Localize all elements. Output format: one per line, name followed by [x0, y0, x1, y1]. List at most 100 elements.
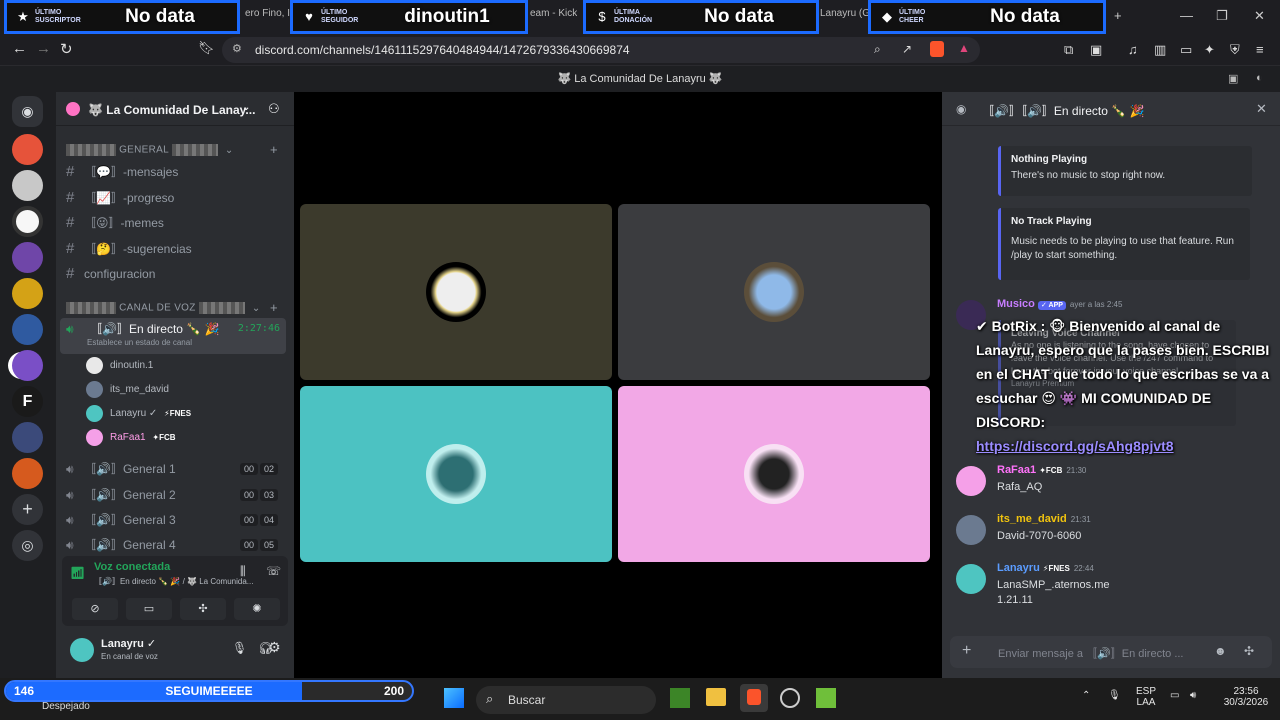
minimize-icon[interactable]: —: [1180, 8, 1193, 23]
voice-user[interactable]: Lanayru ✓ ⚡FNES: [86, 405, 191, 423]
settings-gear-icon[interactable]: ⚙: [268, 639, 281, 656]
app-icon[interactable]: [816, 688, 836, 708]
file-explorer-icon[interactable]: [706, 688, 726, 706]
camera-off-icon[interactable]: ⊘: [72, 598, 118, 620]
music-icon[interactable]: ♫: [1128, 42, 1138, 57]
server-icon[interactable]: F: [12, 386, 43, 417]
voice-channel-general-1[interactable]: 🔊︎ 〚🔊〛General 1 00 02: [66, 458, 286, 480]
voice-user[interactable]: dinoutin.1: [86, 357, 153, 375]
start-icon[interactable]: [444, 688, 464, 708]
site-settings-icon[interactable]: ⚙: [232, 42, 242, 55]
help-icon[interactable]: ◐: [1256, 72, 1263, 84]
channel-progreso[interactable]: # 〚📈〛-progreso: [66, 187, 286, 209]
category-voice[interactable]: CANAL DE VOZ ⌄: [66, 302, 261, 314]
invite-link[interactable]: https://discord.gg/sAhg8pjvt8: [976, 438, 1174, 454]
server-header[interactable]: 🐺 La Comunidad De Lanay... ⌄ ⚇: [56, 92, 294, 126]
bookmark-icon[interactable]: 🔖︎: [198, 40, 215, 56]
browser-tab[interactable]: eam - Kick: [530, 8, 577, 26]
avatar[interactable]: [956, 466, 986, 496]
share-icon[interactable]: ↗: [902, 42, 912, 56]
server-icon[interactable]: [12, 134, 43, 165]
category-general[interactable]: GENERAL ⌄: [66, 144, 234, 156]
voice-channel-general-3[interactable]: 🔊︎ 〚🔊〛General 3 00 04: [66, 509, 286, 531]
inbox-icon[interactable]: ▣: [1228, 72, 1238, 85]
add-channel-icon[interactable]: +: [270, 300, 278, 315]
volume-icon[interactable]: 🔊︎: [1190, 690, 1196, 701]
channel-configuracion[interactable]: # configuracion: [66, 263, 286, 285]
add-channel-icon[interactable]: +: [270, 142, 278, 157]
apps-icon[interactable]: ✣: [1244, 644, 1254, 658]
new-tab-icon[interactable]: +: [1114, 8, 1122, 23]
channel-sugerencias[interactable]: # 〚🤔〛-sugerencias: [66, 238, 286, 260]
discover-icon[interactable]: ◎: [12, 530, 43, 561]
browser-tab[interactable]: Lanayru (G: [820, 8, 870, 26]
participant-tile[interactable]: [618, 386, 930, 562]
server-icon[interactable]: [12, 278, 43, 309]
bot-embed: Nothing Playing There's no music to stop …: [998, 146, 1252, 196]
url-field[interactable]: ⚙ discord.com/channels/14611152976404849…: [222, 37, 980, 63]
attach-plus-icon[interactable]: +: [962, 642, 971, 660]
avatar[interactable]: [70, 638, 94, 662]
obs-icon[interactable]: [780, 688, 800, 708]
server-icon[interactable]: [12, 422, 43, 453]
mic-tray-icon[interactable]: 🎙︎: [1108, 690, 1121, 701]
activities-icon[interactable]: ✣: [180, 598, 226, 620]
server-icon[interactable]: [12, 242, 43, 273]
participant-tile[interactable]: [300, 386, 612, 562]
chevron-down-icon[interactable]: ⌄: [242, 102, 250, 113]
zoom-search-icon[interactable]: ⌕: [874, 42, 881, 57]
server-icon[interactable]: [12, 206, 43, 237]
message-composer[interactable]: + Enviar mensaje a 〚🔊〛En directo ... ☻ ✣: [950, 636, 1272, 668]
server-icon-active[interactable]: [12, 350, 43, 381]
screen-share-icon[interactable]: ▭: [126, 598, 172, 620]
menu-icon[interactable]: ≡: [1256, 42, 1264, 57]
discord-home-icon[interactable]: ◉: [12, 96, 43, 127]
speaker-icon: 🔊︎: [66, 462, 74, 476]
add-server-icon[interactable]: +: [12, 494, 43, 525]
brave-taskbar-icon[interactable]: [740, 684, 768, 712]
leo-ai-icon[interactable]: ✦: [1204, 42, 1215, 58]
voice-user[interactable]: its_me_david: [86, 381, 169, 399]
back-icon[interactable]: ←: [12, 40, 27, 57]
screenshot-icon[interactable]: ▣: [1090, 42, 1102, 58]
noise-suppression-icon[interactable]: ⫼: [240, 564, 246, 579]
voice-channel-general-2[interactable]: 🔊︎ 〚🔊〛General 2 00 03: [66, 484, 286, 506]
sidebar-icon[interactable]: ▥: [1154, 42, 1166, 58]
emoji-icon[interactable]: ☻: [1214, 644, 1227, 658]
weather-text[interactable]: Despejado: [42, 701, 90, 712]
invite-people-icon[interactable]: ⚇: [268, 101, 280, 117]
voice-user[interactable]: RaFaa1 ✦FCB: [86, 429, 176, 447]
close-window-icon[interactable]: ✕: [1254, 8, 1265, 24]
browser-tab[interactable]: ero Fino, I: [245, 8, 290, 26]
microphone-icon[interactable]: 🎙︎: [232, 641, 247, 655]
network-icon[interactable]: ▭: [1170, 690, 1179, 701]
clock[interactable]: 23:56 30/3/2026: [1216, 686, 1276, 708]
minecraft-icon[interactable]: [670, 688, 690, 708]
server-icon[interactable]: [12, 170, 43, 201]
avatar[interactable]: [956, 515, 986, 545]
signal-icon[interactable]: 📶︎: [70, 566, 85, 580]
close-chat-icon[interactable]: ✕: [1256, 101, 1267, 117]
participant-tile[interactable]: [300, 204, 612, 380]
taskbar-search[interactable]: ⌕ Buscar: [476, 686, 656, 714]
vpn-icon[interactable]: ⛨: [1230, 42, 1240, 58]
server-icon[interactable]: [12, 458, 43, 489]
soundboard-icon[interactable]: ✺: [234, 598, 280, 620]
language-indicator[interactable]: ESP LAA: [1134, 686, 1158, 708]
voice-channel-general-4[interactable]: 🔊︎ 〚🔊〛General 4 00 05: [66, 534, 286, 556]
wallet-icon[interactable]: ▭: [1180, 42, 1192, 58]
channel-mensajes[interactable]: # 〚💬〛-mensajes: [66, 161, 286, 183]
voice-channel-en-directo[interactable]: 🔊︎ 〚🔊〛En directo 🍾 🎉 2:27:46 Establece u…: [60, 318, 286, 354]
server-icon[interactable]: [12, 314, 43, 345]
extensions-icon[interactable]: ⧉: [1064, 42, 1073, 58]
brave-shields-icon[interactable]: [930, 41, 944, 57]
channel-memes[interactable]: # 〚😜〛-memes: [66, 212, 286, 234]
brave-rewards-icon[interactable]: ▲: [958, 41, 970, 55]
participant-tile[interactable]: [618, 204, 930, 380]
reload-icon[interactable]: ↻: [60, 40, 73, 58]
forward-icon[interactable]: →: [36, 40, 51, 57]
disconnect-icon[interactable]: ☏: [266, 564, 281, 578]
maximize-icon[interactable]: ❐: [1216, 8, 1228, 24]
tray-expand-icon[interactable]: ⌃: [1082, 690, 1090, 701]
avatar[interactable]: [956, 564, 986, 594]
